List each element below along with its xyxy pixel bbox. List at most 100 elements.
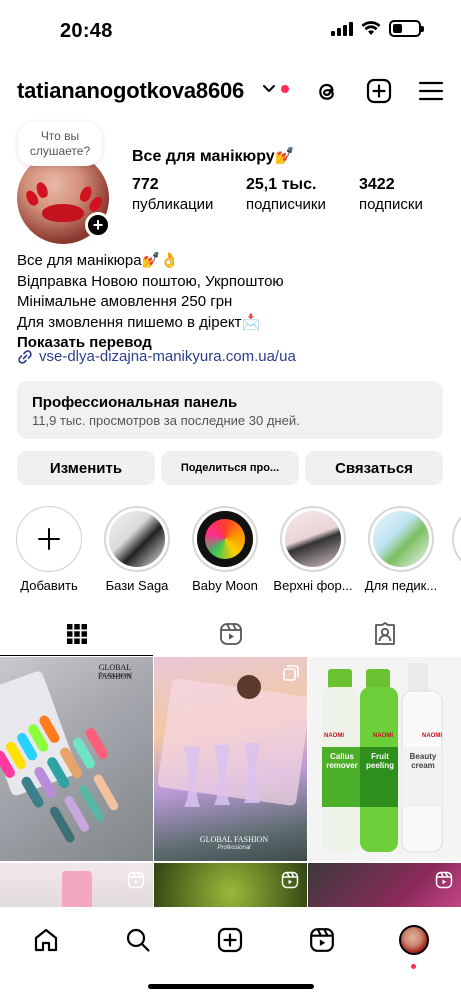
cellular-signal-icon [331,21,353,36]
status-icons [331,20,424,37]
highlight-image [109,511,165,567]
link-icon [18,349,32,364]
stat-value: 3422 [359,176,395,193]
post-thumbnail[interactable] [0,863,153,907]
grid-icon [66,624,87,644]
stat-followers[interactable]: 25,1 тыс. подписчики [246,176,326,213]
professional-dashboard[interactable]: Профессиональная панель 11,9 тыс. просмо… [17,381,443,439]
tagged-icon [374,622,395,645]
product-label: Fruit peeling [365,752,394,770]
bio-line: Відправка Новою поштою, Укрпоштою [17,272,284,290]
bio-line: Мінімальне амовлення 250 грн [17,293,233,310]
tab-grid[interactable] [0,612,153,656]
highlight-label: Верхні фор... [273,578,353,593]
highlight-label: Бази Saga [105,578,169,593]
active-tab-indicator [0,654,153,656]
highlight-ring [452,506,461,572]
plus-square-icon[interactable] [364,76,394,106]
stat-label: подписки [359,196,423,213]
stat-value: 25,1 тыс. [246,176,317,193]
chevron-down-icon[interactable] [262,82,276,96]
product-label: Callus remover [326,752,358,770]
nav-home[interactable] [26,920,66,960]
highlight-ring [104,506,170,572]
highlight-item[interactable]: Для педик... [365,506,437,593]
highlight-image [197,511,253,567]
nav-reels[interactable] [302,920,342,960]
highlight-add[interactable]: Добавить [16,506,82,593]
post-brand-sub: Professional [217,845,251,851]
highlight-ring [368,506,434,572]
nav-create[interactable] [210,920,250,960]
bio-line: Для змовлення пишемо в дірект📩 [17,313,261,331]
product-brand-row: NAOMI NAOMI NAOMI [324,733,442,739]
post-brand: GLOBAL FASHION [199,835,269,844]
plus-icon [38,528,60,550]
tab-reels[interactable] [154,612,307,656]
username[interactable]: tatiananogotkova8606 [17,78,244,104]
stat-label: подписчики [246,196,326,213]
post-thumbnail[interactable]: GLOBAL FASHION Professional [0,657,153,861]
post-brand-sub: Professional [98,673,132,679]
reels-icon [219,623,242,645]
stat-following[interactable]: 3422 подписки [359,176,423,213]
notification-dot [281,85,289,93]
highlight-label: Для педик... [364,578,438,593]
highlight-ring [280,506,346,572]
product-brand: NAOMI [422,733,442,739]
profile-bio: Все для манікюра💅👌 Відправка Новою пошто… [17,251,447,354]
highlight-ring [16,506,82,572]
post-thumbnail[interactable]: GLOBAL FASHION Professional [154,657,307,861]
posts-grid: GLOBAL FASHION Professional GLOBAL FASHI… [0,657,461,907]
status-time: 20:48 [60,20,113,42]
status-bar: 20:48 [0,0,461,60]
highlight-label: Baby Moon [192,578,258,593]
highlight-item-partial[interactable] [452,506,461,572]
profile-header: tatiananogotkova8606 [0,70,461,114]
home-icon [34,928,58,952]
post-thumbnail[interactable] [154,863,307,907]
add-story-button[interactable]: + [85,212,111,238]
battery-icon [389,20,424,37]
wifi-icon [361,21,381,35]
edit-profile-button[interactable]: Изменить [17,451,155,485]
reel-badge-icon [127,871,145,889]
share-profile-button[interactable]: Поделиться про... [161,451,299,485]
bottom-nav [0,910,461,999]
highlight-item[interactable]: Бази Saga [104,506,170,593]
profile-link[interactable]: vse-dlya-dizajna-manikyura.com.ua/ua [17,348,296,365]
highlight-ring [192,506,258,572]
nav-search[interactable] [118,920,158,960]
profile-avatar-small [399,925,429,955]
dashboard-subtitle: 11,9 тыс. просмотров за последние 30 дне… [32,413,300,428]
profile-category: Все для манікюру💅 [132,148,295,165]
stat-label: публикации [132,196,214,213]
contact-button[interactable]: Связаться [305,451,443,485]
link-text: vse-dlya-dizajna-manikyura.com.ua/ua [39,348,296,365]
product-brand: NAOMI [373,733,393,739]
nail-forms-image [157,675,307,807]
product-label: Beauty cream [409,752,437,770]
create-icon [217,927,243,953]
highlight-label: Добавить [20,578,78,593]
content-tabs [0,612,461,656]
note-bubble[interactable]: Что вы слушаете? [18,122,102,166]
stat-posts[interactable]: 772 публикации [132,176,213,213]
highlight-item[interactable]: Верхні фор... [273,506,353,593]
tab-tagged[interactable] [308,612,461,656]
home-indicator [148,984,314,989]
threads-icon[interactable] [312,76,342,106]
bio-line: Все для манікюра💅👌 [17,252,179,269]
reels-icon [310,928,334,952]
multi-post-icon [283,665,299,681]
menu-icon[interactable] [416,76,446,106]
highlight-image [373,511,429,567]
post-thumbnail[interactable] [308,863,461,907]
post-thumbnail[interactable]: Callus remover Fruit peeling Beauty crea… [308,657,461,861]
highlight-item[interactable]: Baby Moon [192,506,258,593]
nav-profile[interactable] [394,920,434,969]
search-icon [126,928,150,952]
dashboard-title: Профессиональная панель [32,394,238,411]
nail-tips-image [0,671,119,843]
highlight-image [285,511,341,567]
